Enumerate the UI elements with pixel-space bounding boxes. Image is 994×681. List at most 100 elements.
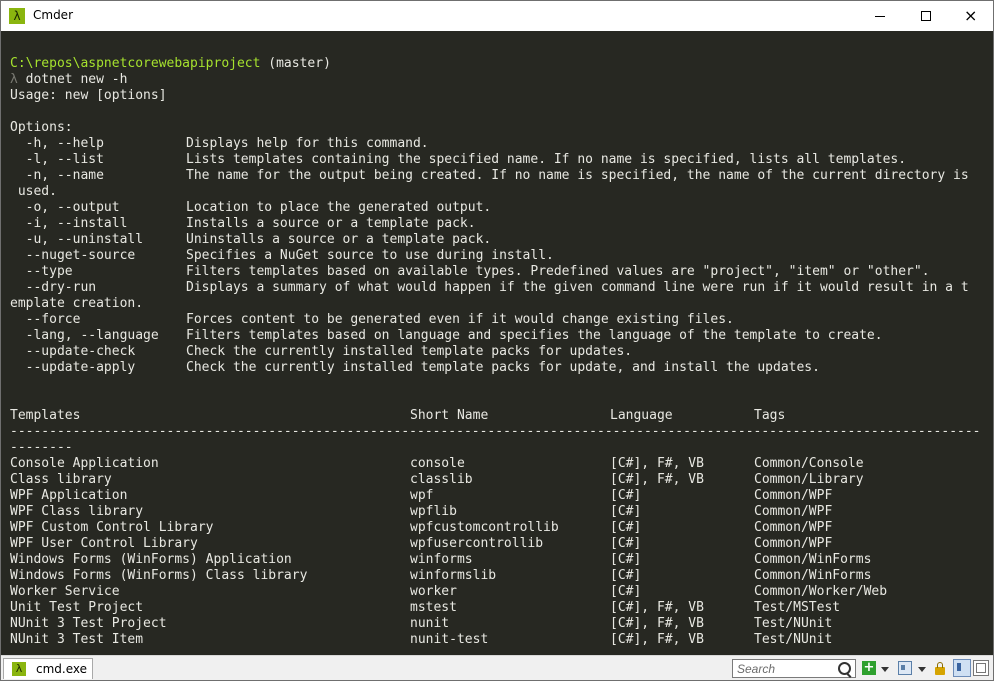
table-header-cell: Tags bbox=[754, 408, 786, 423]
option-flag: --force bbox=[10, 312, 81, 327]
template-language: [C#] bbox=[610, 536, 642, 551]
option-description: Installs a source or a template pack. bbox=[186, 216, 476, 231]
template-short-name: nunit bbox=[410, 616, 450, 631]
minimize-button[interactable] bbox=[857, 1, 903, 31]
template-name: Windows Forms (WinForms) Class library bbox=[10, 568, 308, 583]
table-row: Windows Forms (WinForms) Class library wi… bbox=[10, 568, 990, 584]
new-console-dropdown-icon[interactable] bbox=[881, 667, 889, 672]
template-name: WPF User Control Library bbox=[10, 536, 198, 551]
template-short-name: worker bbox=[410, 584, 457, 599]
option-flag: -h, --help bbox=[10, 136, 104, 151]
template-name: Unit Test Project bbox=[10, 600, 144, 615]
template-tags: Common/Worker/Web bbox=[754, 584, 888, 599]
usage-line: Usage: new [options] bbox=[10, 88, 167, 103]
option-flag: --type bbox=[10, 264, 73, 279]
option-flag: --update-apply bbox=[10, 360, 136, 375]
cmder-window: λ Cmder × C:\repos\aspnetcorewebapiproje… bbox=[0, 0, 994, 681]
console-view-icon[interactable] bbox=[953, 659, 971, 677]
template-language: [C#], F#, VB bbox=[610, 600, 704, 615]
option-description: Location to place the generated output. bbox=[186, 200, 492, 215]
close-icon: × bbox=[964, 6, 978, 25]
template-language: [C#] bbox=[610, 520, 642, 535]
template-tags: Common/WPF bbox=[754, 520, 833, 535]
option-description: Uninstalls a source or a template pack. bbox=[186, 232, 492, 247]
maximize-icon bbox=[921, 11, 931, 21]
template-short-name: console bbox=[410, 456, 465, 471]
console-output[interactable]: C:\repos\aspnetcorewebapiproject (master… bbox=[1, 31, 993, 655]
tab-label: cmd.exe bbox=[36, 662, 88, 676]
console-tab[interactable]: λ cmd.exe bbox=[3, 658, 93, 679]
title-bar[interactable]: λ Cmder × bbox=[1, 1, 993, 31]
minimize-icon bbox=[875, 16, 885, 17]
option-row: --nuget-source Specifies a NuGet source t… bbox=[10, 248, 990, 264]
option-description: Displays a summary of what would happen … bbox=[186, 280, 969, 295]
template-tags: Test/NUnit bbox=[754, 632, 833, 647]
template-language: [C#], F#, VB bbox=[610, 632, 704, 647]
template-name: Windows Forms (WinForms) Application bbox=[10, 552, 292, 567]
option-row: --update-check Check the currently instal… bbox=[10, 344, 990, 360]
new-console-button[interactable]: + bbox=[862, 661, 876, 675]
option-flag: -n, --name bbox=[10, 168, 104, 183]
template-name: WPF Class library bbox=[10, 504, 144, 519]
table-row: Worker Service worker [C#] Common/Worker/We… bbox=[10, 584, 990, 600]
table-row: Class library classlib [C#], F#, VB Common/… bbox=[10, 472, 990, 488]
template-name: Class library bbox=[10, 472, 112, 487]
table-row: Console Application console [C#], F#, VB Co… bbox=[10, 456, 990, 472]
option-row: -u, --uninstall Uninstalls a source or a … bbox=[10, 232, 990, 248]
split-view-icon[interactable] bbox=[898, 661, 912, 675]
maximize-button[interactable] bbox=[903, 1, 949, 31]
option-description: Forces content to be generated even if i… bbox=[186, 312, 734, 327]
template-tags: Common/WPF bbox=[754, 488, 833, 503]
template-short-name: wpfusercontrollib bbox=[410, 536, 544, 551]
option-description: The name for the output being created. I… bbox=[186, 168, 969, 183]
prompt-lambda: λ bbox=[10, 72, 18, 87]
template-short-name: winformslib bbox=[410, 568, 497, 583]
template-language: [C#] bbox=[610, 504, 642, 519]
tab-lambda-icon: λ bbox=[12, 662, 26, 676]
table-row: WPF Class library wpflib [C#] Common/WPF bbox=[10, 504, 990, 520]
option-description: Check the currently installed template p… bbox=[186, 344, 633, 359]
prompt-line: C:\repos\aspnetcorewebapiproject (master… bbox=[10, 56, 331, 72]
table-row: NUnit 3 Test Project nunit [C#], F#, VB Tes… bbox=[10, 616, 990, 632]
option-row: -h, --help Displays help for this command… bbox=[10, 136, 990, 152]
option-wrap-line: used. bbox=[10, 184, 57, 199]
template-short-name: nunit-test bbox=[410, 632, 489, 647]
prompt-branch: (master) bbox=[260, 56, 331, 71]
table-header-cell: Language bbox=[610, 408, 673, 423]
command-text: dotnet new -h bbox=[17, 72, 128, 87]
template-tags: Common/WPF bbox=[754, 536, 833, 551]
close-button[interactable]: × bbox=[947, 1, 993, 31]
window-title: Cmder bbox=[33, 8, 74, 22]
search-input[interactable] bbox=[733, 660, 835, 677]
option-row: -lang, --language Filters templates based… bbox=[10, 328, 990, 344]
template-language: [C#] bbox=[610, 488, 642, 503]
window-view-icon[interactable] bbox=[973, 660, 989, 676]
options-header: Options: bbox=[10, 120, 73, 135]
option-row: --type Filters templates based on availab… bbox=[10, 264, 990, 280]
option-row: --dry-run Displays a summary of what woul… bbox=[10, 280, 990, 296]
search-icon[interactable] bbox=[838, 662, 851, 675]
template-short-name: wpfcustomcontrollib bbox=[410, 520, 559, 535]
table-row: Windows Forms (WinForms) Application winf… bbox=[10, 552, 990, 568]
lock-icon[interactable] bbox=[935, 662, 945, 675]
template-short-name: wpflib bbox=[410, 504, 457, 519]
template-name: NUnit 3 Test Project bbox=[10, 616, 167, 631]
table-row: WPF Custom Control Library wpfcustomcontr… bbox=[10, 520, 990, 536]
table-header-row: Templates Short Name Language Tags bbox=[10, 408, 990, 424]
template-tags: Common/Console bbox=[754, 456, 864, 471]
option-description: Specifies a NuGet source to use during i… bbox=[186, 248, 554, 263]
search-box[interactable] bbox=[732, 659, 856, 678]
template-tags: Common/WinForms bbox=[754, 568, 872, 583]
template-language: [C#], F#, VB bbox=[610, 456, 704, 471]
option-flag: -lang, --language bbox=[10, 328, 159, 343]
option-description: Displays help for this command. bbox=[186, 136, 429, 151]
table-row: WPF Application wpf [C#] Common/WPF bbox=[10, 488, 990, 504]
prompt-path: C:\repos\aspnetcorewebapiproject bbox=[10, 56, 261, 71]
split-view-dropdown-icon[interactable] bbox=[918, 667, 926, 672]
option-description: Filters templates based on language and … bbox=[186, 328, 883, 343]
template-tags: Common/WinForms bbox=[754, 552, 872, 567]
option-flag: -u, --uninstall bbox=[10, 232, 144, 247]
option-flag: -l, --list bbox=[10, 152, 104, 167]
table-header-cell: Short Name bbox=[410, 408, 489, 423]
template-language: [C#] bbox=[610, 568, 642, 583]
